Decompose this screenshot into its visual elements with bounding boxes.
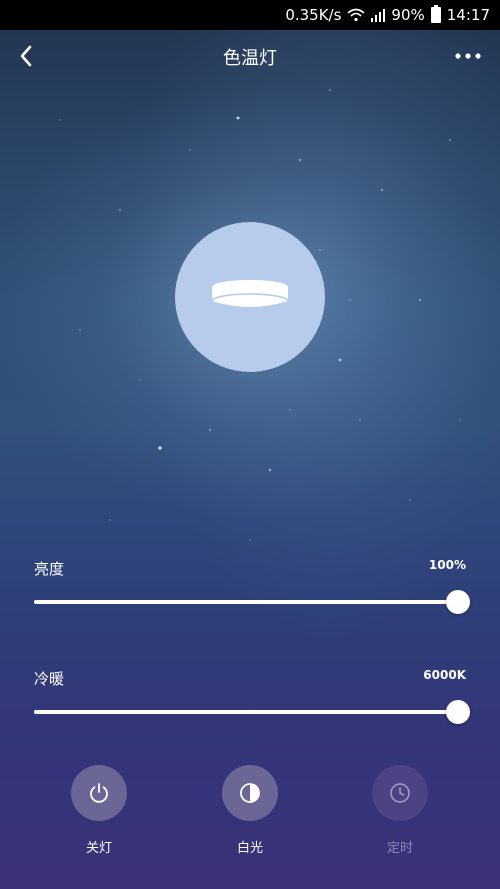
- ceiling-lamp-icon: [211, 280, 289, 309]
- white-light-label: 白光: [236, 841, 263, 856]
- page-title: 色温灯: [223, 48, 277, 69]
- timer-label: 定时: [386, 841, 413, 856]
- clock-time: 14:17: [446, 6, 490, 24]
- status-indicators: 0.35K/s 90% 14:17: [285, 5, 490, 24]
- power-icon: [90, 783, 108, 803]
- brightness-label: 亮度: [34, 560, 65, 578]
- more-dots-icon: [455, 53, 481, 59]
- brightness-value: 100%: [428, 558, 466, 572]
- starry-sky-background: [59, 89, 461, 541]
- white-light-button[interactable]: 白光: [205, 765, 295, 856]
- timer-button-circle: [372, 765, 428, 821]
- status-bar: 0.35K/s 90% 14:17: [0, 0, 500, 30]
- signal-icon: [371, 9, 386, 22]
- network-speed: 0.35K/s: [285, 6, 342, 24]
- power-off-button[interactable]: 关灯: [54, 765, 144, 856]
- color-temp-slider-fill: [34, 710, 458, 714]
- half-circle-icon: [240, 783, 260, 803]
- more-button[interactable]: [452, 42, 484, 70]
- brightness-slider-fill: [34, 600, 458, 604]
- battery-icon: [430, 5, 441, 23]
- battery-percent: 90%: [391, 6, 425, 24]
- clock-icon: [390, 783, 410, 803]
- header: 色温灯: [0, 30, 500, 82]
- brightness-slider[interactable]: [34, 590, 470, 614]
- power-off-label: 关灯: [85, 841, 112, 856]
- white-light-button-circle: [222, 765, 278, 821]
- lamp-toggle[interactable]: [175, 222, 325, 372]
- brightness-slider-thumb[interactable]: [446, 590, 470, 614]
- color-temp-label: 冷暖: [34, 670, 65, 688]
- power-button-circle: [71, 765, 127, 821]
- wifi-icon: [347, 8, 365, 22]
- color-temp-slider-thumb[interactable]: [446, 700, 470, 724]
- app-screen: 0.35K/s 90% 14:17 色温灯 亮度 100% 冷暖 6000K 关…: [0, 0, 500, 889]
- color-temp-value: 6000K: [423, 668, 466, 682]
- color-temp-slider[interactable]: [34, 700, 470, 724]
- timer-button[interactable]: 定时: [355, 765, 445, 856]
